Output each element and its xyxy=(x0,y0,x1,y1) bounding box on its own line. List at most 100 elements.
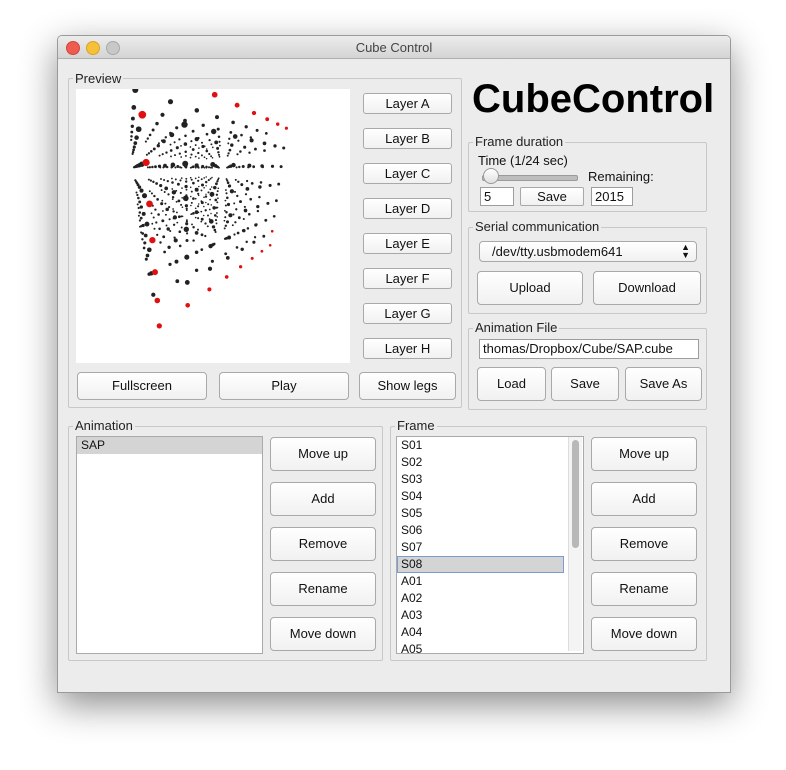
led-off xyxy=(198,157,200,159)
fullscreen-button[interactable]: Fullscreen xyxy=(77,372,207,400)
list-item[interactable]: SAP xyxy=(77,437,262,454)
layer-f-button[interactable]: Layer F xyxy=(363,268,452,289)
led-on xyxy=(138,110,147,119)
list-item[interactable]: A05 xyxy=(397,641,564,653)
led-off xyxy=(167,245,171,249)
animation-move-up-button[interactable]: Move up xyxy=(270,437,376,471)
led-off xyxy=(158,154,161,157)
led-off xyxy=(207,191,210,194)
frame-list-scroll-thumb[interactable] xyxy=(572,440,579,548)
led-off xyxy=(277,182,281,186)
led-off xyxy=(211,156,214,159)
frame-list[interactable]: S01 S02 S03 S04 S05 S06 S07 S08 A01 A02 A03 A04 A05 xyxy=(396,436,584,654)
frame-rename-button[interactable]: Rename xyxy=(591,572,697,606)
led-off xyxy=(217,187,220,190)
led-off xyxy=(180,226,183,229)
list-item[interactable]: S01 xyxy=(397,437,564,454)
led-on xyxy=(154,297,161,304)
remaining-field: 2015 xyxy=(591,187,633,206)
list-item[interactable]: S02 xyxy=(397,454,564,471)
led-off xyxy=(194,231,199,235)
layer-b-button[interactable]: Layer B xyxy=(363,128,452,149)
led-on xyxy=(275,122,280,126)
led-off xyxy=(169,229,172,233)
led-off xyxy=(160,189,163,192)
layer-a-button[interactable]: Layer A xyxy=(363,93,452,114)
list-item[interactable]: S08 xyxy=(397,556,564,573)
led-off xyxy=(168,262,172,267)
frame-move-up-button[interactable]: Move up xyxy=(591,437,697,471)
led-off xyxy=(207,203,210,206)
led-off xyxy=(244,193,248,196)
led-off xyxy=(184,254,190,260)
led-off xyxy=(168,218,171,221)
led-off xyxy=(205,132,209,136)
serial-port-select[interactable]: /dev/tty.usbmodem641 ▲ ▼ xyxy=(479,241,697,262)
list-item[interactable]: S05 xyxy=(397,505,564,522)
layer-h-button[interactable]: Layer H xyxy=(363,338,452,359)
list-item[interactable]: A02 xyxy=(397,590,564,607)
led-off xyxy=(157,142,160,145)
time-slider-thumb[interactable] xyxy=(483,168,499,184)
led-off xyxy=(185,188,188,191)
led-off xyxy=(217,197,219,200)
animation-file-path-field[interactable]: thomas/Dropbox/Cube/SAP.cube xyxy=(479,339,699,359)
show-legs-button[interactable]: Show legs xyxy=(359,372,456,400)
list-item[interactable]: A01 xyxy=(397,573,564,590)
load-button[interactable]: Load xyxy=(477,367,546,401)
led-off xyxy=(203,177,206,179)
led-off xyxy=(131,105,137,110)
animation-move-down-button[interactable]: Move down xyxy=(270,617,376,651)
list-item[interactable]: S03 xyxy=(397,471,564,488)
layer-g-button[interactable]: Layer G xyxy=(363,303,452,324)
led-off xyxy=(194,210,199,215)
list-item[interactable]: A04 xyxy=(397,624,564,641)
led-off xyxy=(189,146,192,148)
led-off xyxy=(151,292,156,297)
play-button[interactable]: Play xyxy=(219,372,349,400)
animation-remove-button[interactable]: Remove xyxy=(270,527,376,561)
layer-d-button[interactable]: Layer D xyxy=(363,198,452,219)
led-off xyxy=(238,165,241,169)
list-item[interactable]: S04 xyxy=(397,488,564,505)
led-off xyxy=(197,179,200,182)
save-as-button[interactable]: Save As xyxy=(625,367,702,401)
list-item[interactable]: S07 xyxy=(397,539,564,556)
led-off xyxy=(268,183,272,187)
led-off xyxy=(138,200,142,204)
animation-add-button[interactable]: Add xyxy=(270,482,376,516)
led-on xyxy=(250,256,254,260)
led-off xyxy=(237,180,240,184)
upload-button[interactable]: Upload xyxy=(477,271,583,305)
led-off xyxy=(190,204,192,207)
led-off xyxy=(243,208,248,213)
led-off xyxy=(225,256,230,260)
animation-list[interactable]: SAP xyxy=(76,436,263,654)
led-off xyxy=(147,152,151,155)
frame-move-down-button[interactable]: Move down xyxy=(591,617,697,651)
led-off xyxy=(175,211,178,214)
layer-e-button[interactable]: Layer E xyxy=(363,233,452,254)
led-off xyxy=(197,205,200,208)
duration-save-button[interactable]: Save xyxy=(520,187,584,206)
frame-add-button[interactable]: Add xyxy=(591,482,697,516)
cube-preview-canvas[interactable] xyxy=(76,54,350,363)
download-button[interactable]: Download xyxy=(593,271,701,305)
frame-remove-button[interactable]: Remove xyxy=(591,527,697,561)
file-save-button[interactable]: Save xyxy=(551,367,619,401)
list-item[interactable]: A03 xyxy=(397,607,564,624)
frame-list-scrollbar[interactable] xyxy=(568,437,582,651)
led-off xyxy=(218,155,221,158)
led-off xyxy=(224,189,227,191)
led-off xyxy=(142,246,146,250)
led-off xyxy=(215,193,219,196)
led-off xyxy=(185,220,189,223)
layer-c-button[interactable]: Layer C xyxy=(363,163,452,184)
list-item[interactable]: S06 xyxy=(397,522,564,539)
led-off xyxy=(176,221,179,224)
animation-rename-button[interactable]: Rename xyxy=(270,572,376,606)
title-bar[interactable]: Cube Control xyxy=(58,36,730,59)
led-off xyxy=(138,219,141,222)
led-off xyxy=(171,190,177,195)
duration-field[interactable]: 5 xyxy=(480,187,514,206)
